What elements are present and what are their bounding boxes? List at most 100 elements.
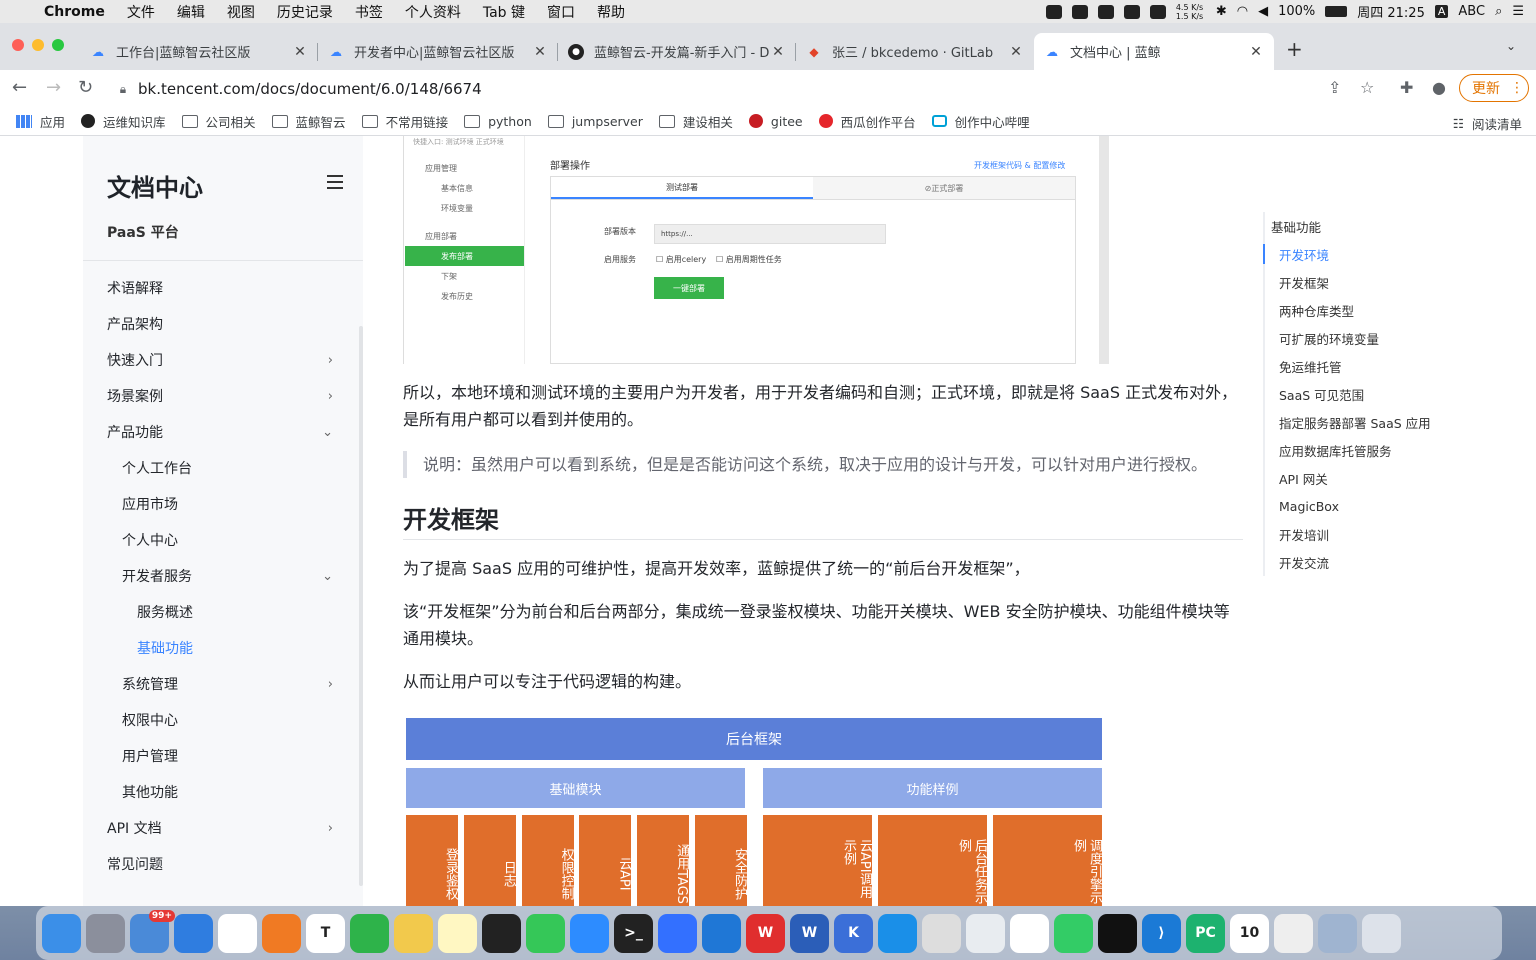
menu-bookmarks[interactable]: 书签	[344, 2, 394, 22]
toc-item[interactable]: 应用数据库托管服务	[1265, 436, 1503, 464]
wps-icon[interactable]: W	[746, 913, 785, 953]
teamviewer-icon[interactable]	[702, 913, 741, 953]
sidebar-item[interactable]: 常见问题	[83, 846, 363, 882]
toc-item[interactable]: 开发环境	[1263, 240, 1503, 268]
bookmark-folder[interactable]: jumpserver	[547, 114, 643, 129]
input-source-icon[interactable]: A	[1434, 5, 1449, 18]
trash-icon[interactable]	[1362, 913, 1401, 953]
chrome-icon[interactable]	[218, 913, 257, 953]
menu-edit[interactable]: 编辑	[166, 2, 216, 22]
bookmark-folder[interactable]: 建设相关	[658, 112, 733, 131]
wifi-icon[interactable]: ◠	[1237, 4, 1248, 19]
k-icon[interactable]: K	[834, 913, 873, 953]
bookmark-ops-kb[interactable]: 运维知识库	[81, 112, 166, 131]
status-app-icon[interactable]	[1097, 4, 1114, 19]
spotlight-icon[interactable]: ⌕	[1495, 4, 1502, 19]
sidebar-item[interactable]: 个人工作台	[83, 450, 363, 486]
menu-file[interactable]: 文件	[116, 2, 166, 22]
toc-item[interactable]: API 网关	[1265, 464, 1503, 492]
chevron-right-icon[interactable]: ›	[328, 677, 333, 692]
photos-icon[interactable]	[394, 913, 433, 953]
notes-icon[interactable]	[438, 913, 477, 953]
menu-history[interactable]: 历史记录	[266, 2, 344, 22]
safari-icon[interactable]	[174, 913, 213, 953]
sidebar-scrollbar[interactable]	[359, 326, 363, 886]
toc-item[interactable]: 两种仓库类型	[1265, 296, 1503, 324]
pycharm-icon[interactable]: PC	[1186, 913, 1225, 953]
wechat-status-icon[interactable]	[1149, 4, 1166, 19]
menu-help[interactable]: 帮助	[586, 2, 636, 22]
sidebar-item[interactable]: 其他功能	[83, 774, 363, 810]
evernote-icon[interactable]	[350, 913, 389, 953]
chevron-right-icon[interactable]: ›	[328, 389, 333, 404]
tab-search-icon[interactable]: ⌄	[1506, 39, 1516, 53]
menu-view[interactable]: 视图	[216, 2, 266, 22]
control-center-icon[interactable]: ☰	[1512, 4, 1524, 19]
finder-icon[interactable]	[42, 913, 81, 953]
textedit-icon[interactable]	[922, 913, 961, 953]
close-tab-icon[interactable]: ✕	[1008, 44, 1024, 60]
wechat-icon[interactable]	[526, 913, 565, 953]
toc-item[interactable]: 可扩展的环境变量	[1265, 324, 1503, 352]
bookmark-folder[interactable]: 公司相关	[181, 112, 256, 131]
menu-toggle-icon[interactable]	[327, 175, 343, 193]
toc-item[interactable]: MagicBox	[1265, 492, 1503, 520]
bookmark-xigua[interactable]: 西瓜创作平台	[818, 112, 916, 131]
minimize-window-button[interactable]	[32, 39, 44, 51]
zoom-icon[interactable]	[570, 913, 609, 953]
sidebar-item[interactable]: 开发者服务 ⌄	[83, 558, 363, 594]
paper-icon[interactable]	[1274, 913, 1313, 953]
sidebar-item[interactable]: 系统管理 ›	[83, 666, 363, 702]
typora-icon[interactable]: T	[306, 913, 345, 953]
bookmark-folder[interactable]: 不常用链接	[361, 112, 448, 131]
lock-icon[interactable]: 🔒︎	[108, 82, 138, 97]
chevron-right-icon[interactable]: ›	[328, 821, 333, 836]
volume-icon[interactable]: ◀	[1258, 4, 1268, 19]
tab-workbench[interactable]: ☁ 工作台|蓝鲸智云社区版 ✕	[80, 33, 318, 70]
bookmark-star-icon[interactable]: ☆	[1360, 78, 1374, 97]
terminal-icon[interactable]: >_	[614, 913, 653, 953]
qq-penguin-icon[interactable]	[482, 913, 521, 953]
sidebar-item[interactable]: 应用市场	[83, 486, 363, 522]
menu-app-name[interactable]: Chrome	[40, 4, 116, 20]
battery-icon[interactable]	[1325, 6, 1348, 17]
zoom-window-button[interactable]	[52, 39, 64, 51]
bookmark-bilibili[interactable]: 创作中心哔哩	[931, 112, 1030, 131]
sidebar-item[interactable]: 产品功能 ⌄	[83, 414, 363, 450]
calendar-icon[interactable]: 10	[1230, 913, 1269, 953]
reload-icon[interactable]: ↻	[78, 77, 93, 98]
status-app-icon[interactable]	[1123, 4, 1140, 19]
sidebar-item[interactable]: API 文档 ›	[83, 810, 363, 846]
bookmark-gitee[interactable]: gitee	[748, 114, 803, 129]
chevron-down-icon[interactable]: ⌄	[322, 569, 333, 584]
chevron-down-icon[interactable]: ⌄	[322, 425, 333, 440]
disk-icon[interactable]	[966, 913, 1005, 953]
menu-profiles[interactable]: 个人资料	[394, 2, 472, 22]
launchpad-icon[interactable]	[86, 913, 125, 953]
url-text[interactable]: bk.tencent.com/docs/document/6.0/148/667…	[138, 80, 482, 98]
menu-tab[interactable]: Tab 键	[472, 2, 536, 22]
lark-icon[interactable]	[658, 913, 697, 953]
toc-heading[interactable]: 基础功能	[1271, 212, 1503, 240]
sidebar-item[interactable]: 术语解释	[83, 270, 363, 306]
bookmark-apps[interactable]: 应用	[16, 112, 65, 131]
toc-item[interactable]: SaaS 可见范围	[1265, 380, 1503, 408]
baidu-icon[interactable]	[1010, 913, 1049, 953]
qq-icon[interactable]: 99+	[130, 909, 175, 953]
reading-list-button[interactable]: ☷ 阅读清单	[1453, 114, 1522, 133]
tool-icon[interactable]	[878, 913, 917, 953]
chevron-right-icon[interactable]: ›	[328, 353, 333, 368]
address-bar[interactable]: 🔒︎ bk.tencent.com/docs/document/6.0/148/…	[108, 73, 1394, 105]
close-tab-icon[interactable]: ✕	[532, 44, 548, 60]
sidebar-item[interactable]: 快速入门 ›	[83, 342, 363, 378]
toc-item[interactable]: 免运维托管	[1265, 352, 1503, 380]
tab-gitlab[interactable]: ◆ 张三 / bkcedemo · GitLab ✕	[796, 33, 1034, 70]
tab-github-dev[interactable]: ● 蓝鲸智云-开发篇-新手入门 - Dev ✕	[558, 33, 796, 70]
bookmark-folder[interactable]: 蓝鲸智云	[271, 112, 346, 131]
status-app-icon[interactable]	[1045, 4, 1062, 19]
extensions-icon[interactable]: ✚	[1400, 78, 1413, 97]
close-tab-icon[interactable]: ✕	[770, 44, 786, 60]
bluetooth-icon[interactable]: ✱	[1216, 4, 1227, 19]
tab-developer-center[interactable]: ☁ 开发者中心|蓝鲸智云社区版 ✕	[318, 33, 558, 70]
vscode-icon[interactable]: ⟩	[1142, 913, 1181, 953]
